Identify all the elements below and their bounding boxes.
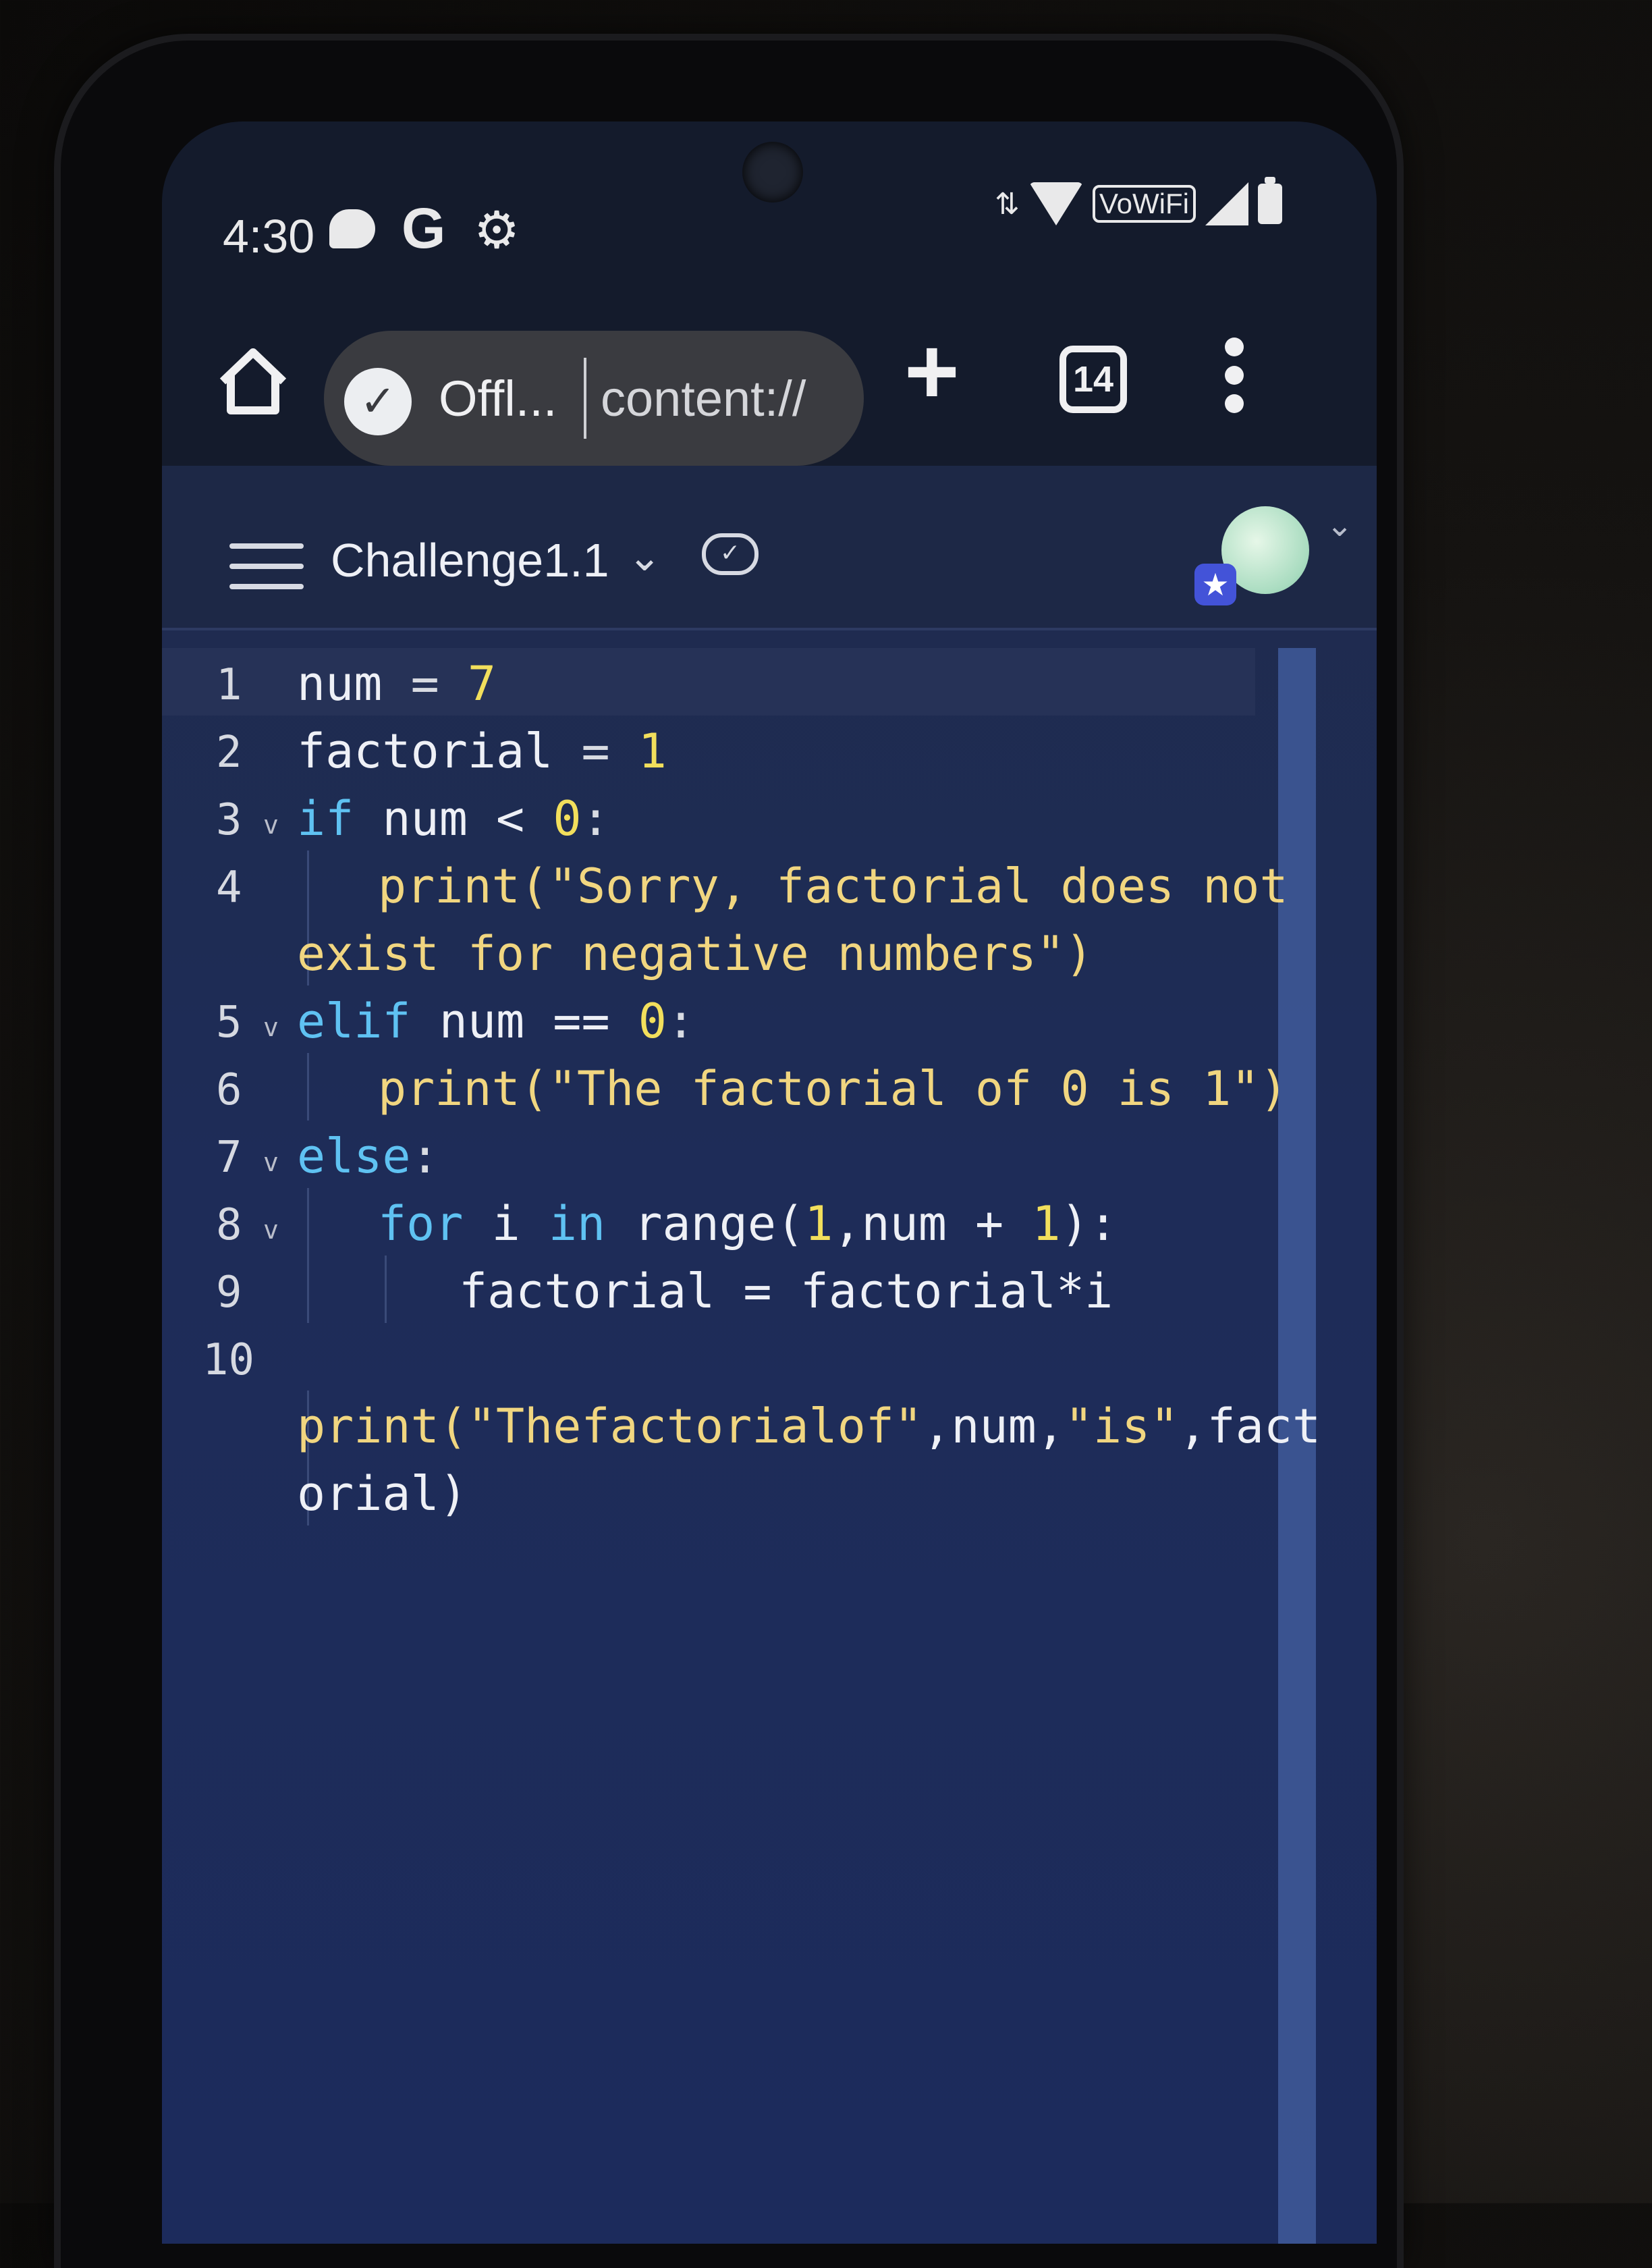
gutter-line: 2 (216, 728, 242, 778)
code-line-5[interactable]: elif num == 0: (297, 994, 695, 1049)
gear-icon: ⚙ (474, 202, 520, 259)
browser-toolbar: ✓ Offl... content:// + 14 (162, 297, 1377, 466)
url-text[interactable]: content:// (601, 370, 844, 427)
status-bar: 4:30 G ⚙ ⇅ VoWiFi (162, 162, 1377, 263)
gutter-line[interactable]: 5v (162, 986, 297, 1053)
new-tab-button[interactable]: + (904, 324, 960, 418)
more-menu-icon[interactable] (1225, 338, 1245, 423)
gutter-line[interactable]: 3v (162, 783, 297, 850)
google-icon: G (402, 196, 446, 260)
code-line-10-wrap[interactable]: orial) (297, 1466, 468, 1521)
project-title[interactable]: Challenge1.1 (331, 533, 609, 587)
code-line-9[interactable]: factorial = factorial*i (459, 1264, 1113, 1319)
code-line-8[interactable]: for i in range(1,num + 1): (378, 1196, 1118, 1251)
fold-chevron-icon: v (263, 810, 279, 840)
signal-icon (1205, 182, 1248, 225)
account-chevron-down-icon[interactable]: ⌄ (1326, 506, 1353, 544)
code-line-1[interactable]: num = 7 (297, 656, 496, 711)
code-line-4-wrap[interactable]: exist for negative numbers") (297, 926, 1093, 981)
status-time: 4:30 (223, 210, 315, 263)
code-line-7[interactable]: else: (297, 1129, 439, 1184)
title-chevron-down-icon[interactable]: ⌄ (628, 533, 661, 580)
wifi-icon (1028, 182, 1083, 225)
battery-icon (1258, 177, 1282, 224)
fold-chevron-icon: v (263, 1013, 279, 1042)
code-app: Challenge1.1 ⌄ ✓ ★ ⌄ 1 2 3v 4 5v 6 7v 8v… (162, 466, 1377, 2244)
indent-guide (307, 1188, 309, 1323)
offline-check-icon: ✓ (344, 368, 412, 435)
code-editor[interactable]: 1 2 3v 4 5v 6 7v 8v 9 10 num = 7 factori… (162, 648, 1377, 2244)
chat-bubble-icon (329, 209, 375, 248)
address-bar[interactable]: ✓ Offl... content:// (324, 331, 864, 466)
code-line-2[interactable]: factorial = 1 (297, 724, 667, 779)
tab-switcher-button[interactable]: 14 (1059, 346, 1127, 413)
code-line-6[interactable]: print("The factorial of 0 is 1") (378, 1061, 1288, 1116)
gutter-line: 1 (216, 660, 242, 710)
avatar-badge-star-icon: ★ (1194, 564, 1236, 605)
gutter-line[interactable]: 8v (162, 1188, 297, 1256)
cloud-check-icon: ✓ (702, 533, 759, 575)
app-header: Challenge1.1 ⌄ ✓ ★ ⌄ (162, 466, 1377, 630)
indent-guide (385, 1256, 387, 1323)
home-icon[interactable] (216, 344, 290, 418)
gutter-line: 9 (216, 1268, 242, 1318)
status-right-icons: ⇅ VoWiFi (995, 177, 1282, 225)
code-line-4[interactable]: print("Sorry, factorial does not (378, 859, 1288, 914)
offline-chip[interactable]: Offl... (439, 370, 557, 427)
gutter-line: 10 (202, 1335, 255, 1385)
gutter-line[interactable]: 7v (162, 1120, 297, 1188)
menu-icon[interactable] (229, 543, 304, 604)
code-line-10[interactable]: print("Thefactorialof",num,"is",fact (297, 1399, 1321, 1454)
fold-chevron-icon: v (263, 1215, 279, 1245)
code-line-3[interactable]: if num < 0: (297, 791, 610, 846)
indent-guide (307, 1053, 309, 1120)
gutter-line: 6 (216, 1065, 242, 1115)
phone-frame: 4:30 G ⚙ ⇅ VoWiFi ✓ Offl... content:// +… (61, 40, 1397, 2268)
gutter-line: 4 (216, 863, 242, 913)
phone-screen: 4:30 G ⚙ ⇅ VoWiFi ✓ Offl... content:// +… (162, 122, 1377, 2244)
fold-chevron-icon: v (263, 1148, 279, 1177)
vowifi-label: VoWiFi (1092, 185, 1196, 223)
data-arrows-icon: ⇅ (995, 186, 1020, 221)
address-divider (584, 358, 586, 439)
